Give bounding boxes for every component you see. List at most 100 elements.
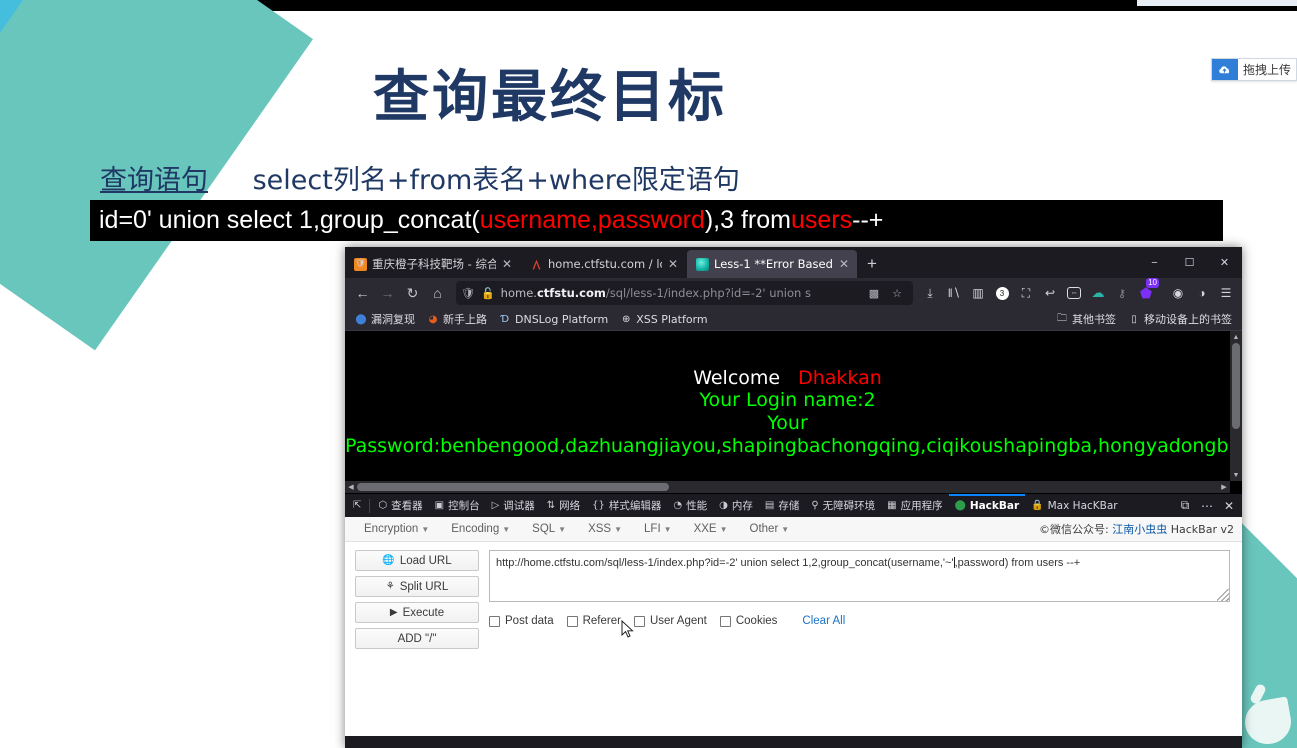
devtools-tab-network[interactable]: ⇅ 网络: [541, 494, 586, 518]
scroll-right-arrow-icon[interactable]: ▶: [1218, 483, 1230, 491]
checkbox-box[interactable]: [633, 615, 645, 627]
star-icon[interactable]: ☆: [892, 287, 902, 300]
lastpass-icon[interactable]: ◦◦: [1063, 282, 1085, 304]
clock-extension-icon[interactable]: 3: [991, 282, 1013, 304]
browser-tab-2[interactable]: home.ctfstu.com / localhost / ✕: [521, 250, 686, 278]
upload-bar-stub: [1137, 0, 1297, 6]
hackbar-menu-xxe[interactable]: XXE ▼: [683, 523, 739, 535]
library-icon[interactable]: ‖∖: [943, 282, 965, 304]
circle-extension-icon[interactable]: ◉: [1167, 282, 1189, 304]
hackbar-menu-sql[interactable]: SQL ▼: [521, 523, 577, 535]
devtools-tab-accessibility[interactable]: ⚲ 无障碍环境: [805, 494, 881, 518]
checkbox-box[interactable]: [719, 615, 731, 627]
qr-code-icon[interactable]: ▩: [869, 287, 879, 300]
add-slash-button[interactable]: ADD "/": [355, 628, 479, 649]
horizontal-scrollbar[interactable]: ◀ ▶: [345, 481, 1230, 493]
devtools-tab-style-editor[interactable]: {} 样式编辑器: [586, 494, 667, 518]
forward-button[interactable]: →: [375, 281, 400, 306]
console-icon: ▣: [434, 500, 445, 511]
payload-table: users: [790, 206, 853, 234]
user-agent-checkbox[interactable]: User Agent: [633, 615, 707, 627]
cloud-icon[interactable]: ☁: [1087, 282, 1109, 304]
load-url-button[interactable]: 🌐 Load URL: [355, 550, 479, 571]
hackbar-menu-other[interactable]: Other ▼: [739, 523, 801, 535]
browser-tab-3[interactable]: Less-1 **Error Based- String** ✕: [687, 250, 857, 278]
hackbar-menu-xss-label: XSS: [588, 523, 612, 535]
hackbar-menu-xss[interactable]: XSS ▼: [577, 523, 633, 535]
user-agent-label: User Agent: [649, 615, 707, 627]
hackbar-menu-lfi[interactable]: LFI ▼: [633, 523, 683, 535]
maximize-button[interactable]: ☐: [1172, 247, 1207, 278]
unlocked-lock-icon[interactable]: 🔓: [481, 287, 495, 300]
hackbar-menu-encoding[interactable]: Encoding ▼: [440, 523, 521, 535]
screenshot-crop-icon[interactable]: ⛶: [1015, 282, 1037, 304]
devtools-tab-storage[interactable]: ▤ 存储: [759, 494, 805, 518]
sidebar-icon[interactable]: ▥: [967, 282, 989, 304]
clear-all-link[interactable]: Clear All: [802, 615, 845, 627]
hackbar-menu-encryption[interactable]: Encryption ▼: [353, 523, 440, 535]
element-picker-icon[interactable]: ⇱: [347, 494, 367, 518]
dock-layout-icon[interactable]: ⧉: [1174, 494, 1196, 518]
bookmark-item-0[interactable]: ⬤ 漏洞复现: [349, 310, 421, 329]
devtools-tab-debugger[interactable]: ▷ 调试器: [486, 494, 541, 518]
blue-shield-icon: ⬤: [355, 313, 367, 325]
devtools-tab-application[interactable]: ▦ 应用程序: [881, 494, 948, 518]
more-options-icon[interactable]: ⋯: [1196, 494, 1218, 518]
browser-tab-1[interactable]: 🛡 重庆橙子科技靶场 - 综合靶场练习开 ✕: [345, 250, 520, 278]
devtools-tab-performance-label: 性能: [686, 500, 708, 512]
vertical-scroll-thumb[interactable]: [1232, 343, 1240, 429]
browser-tab-3-title: Less-1 **Error Based- String**: [714, 257, 833, 271]
minimize-button[interactable]: −: [1137, 247, 1172, 278]
shield-icon[interactable]: 🛡: [461, 287, 475, 300]
browser-tab-3-close-icon[interactable]: ✕: [837, 257, 851, 271]
scroll-left-arrow-icon[interactable]: ◀: [345, 483, 357, 491]
bookmark-item-2[interactable]: Ɗ DNSLog Platform: [493, 310, 614, 329]
home-button[interactable]: ⌂: [425, 281, 450, 306]
account-icon[interactable]: ◑: [1191, 282, 1213, 304]
devtools-tab-performance[interactable]: ◔ 性能: [667, 494, 713, 518]
other-bookmarks-folder[interactable]: 🗀 其他书签: [1050, 310, 1122, 329]
textarea-resize-handle[interactable]: [1217, 589, 1229, 601]
app-menu-icon[interactable]: ☰: [1215, 282, 1237, 304]
undo-arrow-icon[interactable]: ↩: [1039, 282, 1061, 304]
back-button[interactable]: ←: [350, 281, 375, 306]
checkbox-box[interactable]: [489, 615, 500, 627]
referer-checkbox[interactable]: Referer: [566, 615, 621, 627]
drag-upload-widget[interactable]: 拖拽上传: [1210, 58, 1297, 81]
close-devtools-icon[interactable]: ✕: [1218, 494, 1240, 518]
devtools-tab-debugger-label: 调试器: [503, 500, 535, 512]
execute-button[interactable]: ▶ Execute: [355, 602, 479, 623]
url-address-bar[interactable]: 🛡 🔓 home.ctfstu.com/sql/less-1/index.php…: [456, 281, 913, 305]
browser-tab-2-title: home.ctfstu.com / localhost /: [548, 257, 662, 271]
post-data-checkbox[interactable]: Post data: [489, 615, 554, 627]
bookmark-item-3[interactable]: ⊕ XSS Platform: [614, 310, 713, 329]
downloads-icon[interactable]: ⤓: [919, 282, 941, 304]
devtools-tab-memory[interactable]: ◑ 内存: [713, 494, 759, 518]
split-url-label: Split URL: [399, 580, 449, 593]
hackbar-credit-link[interactable]: 江南小虫虫: [1112, 523, 1167, 536]
referer-label: Referer: [582, 615, 621, 627]
purple-shield-icon[interactable]: ⬟ 10: [1135, 278, 1159, 304]
devtools-tab-max-hackbar[interactable]: 🔒 Max HacKBar: [1025, 494, 1123, 518]
close-window-button[interactable]: ✕: [1207, 247, 1242, 278]
browser-tab-1-close-icon[interactable]: ✕: [500, 257, 514, 271]
browser-tab-2-close-icon[interactable]: ✕: [666, 257, 680, 271]
devtools-tab-inspector[interactable]: ⬡ 查看器: [372, 494, 428, 518]
chevron-down-icon: ▼: [614, 525, 623, 534]
checkbox-box[interactable]: [566, 615, 578, 627]
horizontal-scroll-thumb[interactable]: [357, 483, 669, 491]
reload-button[interactable]: ↻: [400, 281, 425, 306]
devtools-tab-hackbar[interactable]: ⬤ HackBar: [948, 493, 1026, 518]
devtools-tab-console[interactable]: ▣ 控制台: [429, 494, 486, 518]
new-tab-button[interactable]: +: [858, 250, 886, 278]
vertical-scrollbar[interactable]: ▲ ▼: [1230, 331, 1242, 481]
bookmark-item-1[interactable]: ◕ 新手上路: [421, 310, 493, 329]
scroll-down-arrow-icon[interactable]: ▼: [1230, 469, 1242, 481]
url-textarea[interactable]: http://home.ctfstu.com/sql/less-1/index.…: [489, 550, 1230, 602]
cookies-checkbox[interactable]: Cookies: [719, 615, 777, 627]
key-icon[interactable]: ⚷: [1111, 282, 1133, 304]
split-url-button[interactable]: ⚘ Split URL: [355, 576, 479, 597]
scroll-up-arrow-icon[interactable]: ▲: [1230, 331, 1242, 343]
mobile-bookmarks-folder[interactable]: ▯ 移动设备上的书签: [1122, 310, 1238, 329]
slide-title: 查询最终目标: [373, 65, 727, 130]
